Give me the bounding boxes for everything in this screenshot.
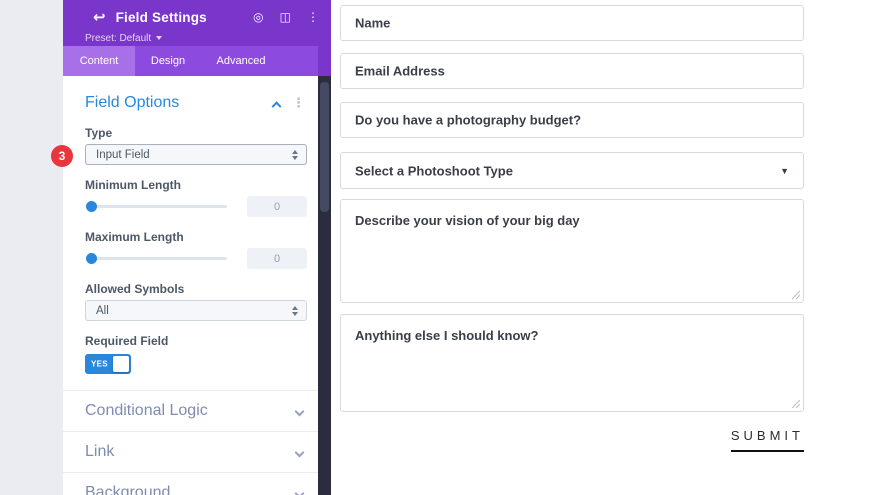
chevron-down-icon bbox=[294, 406, 305, 416]
panel-scrollbar[interactable] bbox=[318, 76, 331, 495]
panel-body: Field Options ⋮ Type Input Field Minimum… bbox=[63, 76, 318, 495]
section-conditional-logic[interactable]: Conditional Logic bbox=[63, 391, 318, 431]
required-field-label: Required Field bbox=[85, 334, 169, 348]
min-length-label: Minimum Length bbox=[85, 178, 181, 192]
select-arrows-icon bbox=[292, 149, 298, 160]
allowed-symbols-select[interactable]: All bbox=[85, 300, 307, 321]
panel-header-edge bbox=[318, 0, 331, 76]
field-options-section-header[interactable]: Field Options ⋮ bbox=[85, 92, 307, 114]
tab-design-label: Design bbox=[150, 55, 186, 67]
preset-selector[interactable]: Preset: Default bbox=[63, 28, 331, 46]
select-arrows-icon bbox=[292, 305, 298, 316]
settings-tabs: Content Design Advanced bbox=[63, 46, 331, 76]
name-input[interactable]: Name bbox=[340, 5, 804, 41]
allowed-symbols-value: All bbox=[96, 304, 109, 317]
preset-label: Preset: Default bbox=[85, 32, 152, 44]
tab-advanced[interactable]: Advanced bbox=[201, 46, 281, 76]
type-select[interactable]: Input Field bbox=[85, 144, 307, 165]
anything-else-textarea[interactable]: Anything else I should know? bbox=[340, 314, 804, 412]
panel-scrollbar-thumb[interactable] bbox=[320, 82, 329, 212]
panel-header: ↩ Field Settings ◎ ◫ ⋮ Preset: Default bbox=[63, 0, 331, 46]
type-label: Type bbox=[85, 126, 113, 140]
preset-caret-icon bbox=[156, 36, 163, 40]
vision-textarea-label: Describe your vision of your big day bbox=[355, 213, 580, 228]
tab-content-label: Content bbox=[79, 55, 119, 67]
layout-icon[interactable]: ◫ bbox=[280, 11, 291, 23]
form-preview: Name Email Address Do you have a photogr… bbox=[340, 0, 804, 495]
section-menu-icon[interactable]: ⋮ bbox=[292, 95, 305, 111]
max-length-control: 0 bbox=[85, 248, 307, 269]
min-length-slider[interactable] bbox=[86, 201, 227, 212]
chevron-down-icon bbox=[294, 488, 305, 495]
photoshoot-type-select-label: Select a Photoshoot Type bbox=[355, 163, 513, 178]
photoshoot-type-select[interactable]: Select a Photoshoot Type ▼ bbox=[340, 152, 804, 189]
max-length-slider[interactable] bbox=[86, 253, 227, 264]
field-settings-panel: ↩ Field Settings ◎ ◫ ⋮ Preset: Default C… bbox=[63, 0, 331, 495]
min-length-value[interactable]: 0 bbox=[247, 196, 307, 217]
vision-textarea[interactable]: Describe your vision of your big day bbox=[340, 199, 804, 303]
email-input-label: Email Address bbox=[355, 63, 445, 79]
email-input[interactable]: Email Address bbox=[340, 53, 804, 89]
submit-button[interactable]: SUBMIT bbox=[730, 428, 804, 452]
tab-content[interactable]: Content bbox=[63, 46, 135, 76]
conditional-logic-title: Conditional Logic bbox=[85, 402, 208, 419]
tab-advanced-label: Advanced bbox=[216, 55, 266, 67]
field-options-title: Field Options bbox=[85, 94, 180, 111]
section-background[interactable]: Background bbox=[63, 473, 318, 495]
max-length-slider-handle[interactable] bbox=[86, 253, 97, 264]
back-icon[interactable]: ↩ bbox=[93, 10, 106, 25]
required-field-toggle[interactable]: YES bbox=[85, 354, 131, 374]
budget-input-label: Do you have a photography budget? bbox=[355, 112, 582, 128]
chevron-down-icon bbox=[294, 447, 305, 457]
select-caret-icon: ▼ bbox=[780, 165, 789, 176]
anything-else-textarea-label: Anything else I should know? bbox=[355, 328, 539, 343]
max-length-label: Maximum Length bbox=[85, 230, 184, 244]
type-select-value: Input Field bbox=[96, 148, 150, 161]
resize-handle-icon[interactable] bbox=[791, 399, 801, 409]
background-title: Background bbox=[85, 484, 171, 495]
toggle-yes-label: YES bbox=[91, 359, 108, 369]
min-length-control: 0 bbox=[85, 196, 307, 217]
page-gutter bbox=[0, 0, 63, 495]
section-link[interactable]: Link bbox=[63, 432, 318, 472]
tab-design[interactable]: Design bbox=[135, 46, 201, 76]
resize-handle-icon[interactable] bbox=[791, 290, 801, 300]
chevron-up-icon[interactable] bbox=[271, 100, 282, 111]
budget-input[interactable]: Do you have a photography budget? bbox=[340, 102, 804, 138]
annotation-step-badge: 3 bbox=[51, 145, 73, 167]
max-length-value[interactable]: 0 bbox=[247, 248, 307, 269]
panel-title: Field Settings bbox=[115, 9, 207, 25]
allowed-symbols-label: Allowed Symbols bbox=[85, 282, 185, 296]
min-length-slider-handle[interactable] bbox=[86, 201, 97, 212]
toggle-knob bbox=[113, 356, 129, 372]
link-title: Link bbox=[85, 443, 115, 460]
name-input-label: Name bbox=[355, 15, 391, 31]
hover-mode-icon[interactable]: ◎ bbox=[253, 11, 263, 23]
